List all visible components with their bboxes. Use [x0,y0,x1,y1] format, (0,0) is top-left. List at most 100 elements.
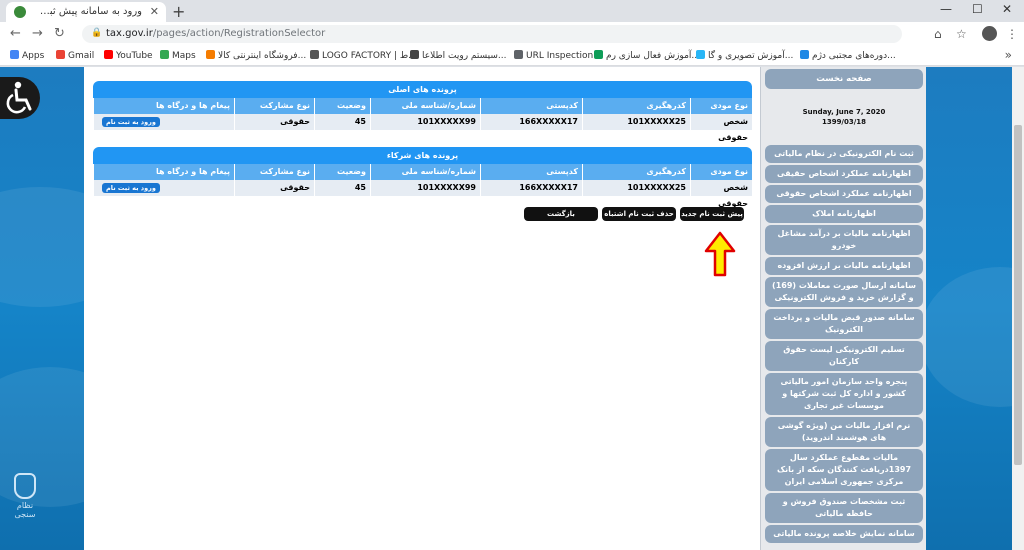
column-header: نوع مشارکت [234,164,314,180]
column-header: کدرهگیری [582,98,690,114]
column-header: شماره/شناسه ملی [370,98,480,114]
globe-icon [410,50,419,59]
bookmark-ram[interactable]: آموزش فعال سازی رم... [594,50,700,61]
logo: نظام سنجی [8,473,42,521]
sidebar-item[interactable]: اظهارنامه املاک [765,205,923,223]
column-header: کدپستی [480,164,582,180]
more-bookmarks-icon[interactable]: » [1005,48,1012,62]
courses-icon [800,50,809,59]
table-cell: 166XXXXX17 [480,180,582,196]
arrow-up-icon [704,231,736,277]
table-header-row: نوع مودی کدرهگیری کدپستی شماره/شناسه ملی… [93,98,752,114]
column-header: پیغام ها و درگاه ها [93,98,234,114]
bookmark-maps[interactable]: Maps [160,50,196,61]
table-cell: شخص حقوقی [690,114,752,142]
sidebar-item[interactable]: اظهارنامه مالیات بر ارزش افزوده [765,257,923,275]
bookmark-shop[interactable]: فروشگاه اینترنتی کالا... [206,50,306,61]
sidebar-item[interactable]: سامانه ارسال صورت معاملات (169) و گزارش … [765,277,923,307]
background-wave [920,267,1024,407]
new-registration-button[interactable]: پیش ثبت نام جدید [680,207,744,221]
table-cell: حقوقی [234,114,314,130]
sidebar-item[interactable]: تسلیم الکترونیکی لیست حقوق کارکنان [765,341,923,371]
ram-icon [594,50,603,59]
table-cell: 101XXXXX25 [582,114,690,130]
column-header: وضعیت [314,164,370,180]
scrollbar-thumb[interactable] [1014,125,1022,465]
back-button[interactable]: بازگشت [524,207,598,221]
tab-title: ورود به سامانه پیش ثبت نام و ثبت... [32,6,142,17]
address-bar[interactable]: 🔒 tax.gov.ir/pages/action/RegistrationSe… [82,25,902,43]
tutorial-icon [696,50,705,59]
menu-dots-icon[interactable]: ⋮ [1006,27,1018,41]
shop-icon [206,50,215,59]
maximize-icon[interactable]: ☐ [972,2,983,16]
bookmark-gmail[interactable]: Gmail [56,50,94,61]
translate-icon[interactable]: ⌂ [934,27,942,41]
sidebar: صفحه نخست Sunday, June 7, 2020 1399/03/1… [760,67,926,550]
sidebar-menu: ثبت نام الکترونیکی در نظام مالیاتی اظهار… [765,145,923,545]
column-header: شماره/شناسه ملی [370,164,480,180]
main-records-title: پرونده های اصلی [93,81,752,98]
sidebar-item[interactable]: پنجره واحد سازمان امور مالیاتی کشور و اد… [765,373,923,415]
table-cell: 101XXXXX25 [582,180,690,196]
table-cell: حقوقی [234,180,314,196]
login-registration-button[interactable]: ورود به ثبت نام [102,183,160,193]
column-header: وضعیت [314,98,370,114]
bookmark-courses[interactable]: دوره‌های مجتبی دژم... [800,50,896,61]
bookmark-logo-factory[interactable]: LOGO FACTORY | ط... [310,50,417,61]
table-cell: شخص حقوقی [690,180,752,208]
column-header: کدرهگیری [582,164,690,180]
close-tab-icon[interactable]: ✕ [150,5,159,18]
action-buttons: پیش ثبت نام جدید حذف ثبت نام اشتباه بازگ… [524,207,744,221]
bookmark-url-inspection[interactable]: URL Inspection [514,50,593,61]
close-window-icon[interactable]: ✕ [1002,2,1012,16]
sidebar-item[interactable]: اظهارنامه عملکرد اشخاص حقوقی [765,185,923,203]
new-tab-icon[interactable]: + [172,2,185,21]
sidebar-item[interactable]: سامانه نمایش خلاصه پرونده مالیاتی [765,525,923,543]
column-header: نوع مشارکت [234,98,314,114]
bookmark-apps[interactable]: Apps [10,50,44,61]
maps-icon [160,50,169,59]
sidebar-item[interactable]: مالیات مقطوع عملکرد سال 1397دریافت کنندگ… [765,449,923,491]
date-persian: 1399/03/18 [821,118,867,126]
column-header: نوع مودی [690,98,752,114]
sidebar-item[interactable]: ثبت مشخصات صندوق فروش و حافظه مالیاتی [765,493,923,523]
sidebar-item[interactable]: ثبت نام الکترونیکی در نظام مالیاتی [765,145,923,163]
browser-tab[interactable]: ورود به سامانه پیش ثبت نام و ثبت... ✕ [6,2,166,22]
wheelchair-icon [6,81,32,114]
scrollbar[interactable] [1012,67,1024,550]
back-icon[interactable]: ← [10,26,21,41]
sidebar-item[interactable]: اظهارنامه عملکرد اشخاص حقیقی [765,165,923,183]
bookmark-tutorial[interactable]: آموزش تصویری و گا... [696,50,793,61]
sidebar-item[interactable]: اظهارنامه مالیات بر درآمد مشاغل خودرو [765,225,923,255]
forward-icon[interactable]: → [32,26,43,41]
tab-strip: ورود به سامانه پیش ثبت نام و ثبت... ✕ + … [0,0,1024,22]
bookmark-star-icon[interactable]: ☆ [956,27,967,41]
profile-avatar[interactable] [982,26,997,41]
url-path: /pages/action/RegistrationSelector [152,28,326,39]
bookmark-system[interactable]: سیستم رویت اطلاعا... [410,50,507,61]
bookmark-youtube[interactable]: YouTube [104,50,153,61]
logo-factory-icon [310,50,319,59]
table-cell: 101XXXXX99 [370,180,480,196]
column-header: کدپستی [480,98,582,114]
date-display: Sunday, June 7, 2020 1399/03/18 [761,107,927,127]
accessibility-button[interactable] [0,77,40,119]
sidebar-item[interactable]: سامانه صدور قبض مالیات و پرداخت الکترونی… [765,309,923,339]
main-content: پرونده های اصلی نوع مودی کدرهگیری کدپستی… [84,67,760,550]
home-button[interactable]: صفحه نخست [765,69,923,89]
page-background: نظام سنجی پرونده های اصلی نوع مودی کدرهگ… [0,67,1024,550]
date-gregorian: Sunday, June 7, 2020 [802,108,886,116]
sidebar-item[interactable]: نرم افزار مالیات من (ویژه گوشی های هوشمن… [765,417,923,447]
minimize-icon[interactable]: — [940,2,952,16]
table-header-row: نوع مودی کدرهگیری کدپستی شماره/شناسه ملی… [93,164,752,180]
table-cell: ورود به ثبت نام [93,114,234,130]
delete-registration-button[interactable]: حذف ثبت نام اشتباه [602,207,676,221]
login-registration-button[interactable]: ورود به ثبت نام [102,117,160,127]
site-favicon-icon [14,6,26,18]
column-header: نوع مودی [690,164,752,180]
table-cell: 101XXXXX99 [370,114,480,130]
logo-figure-icon [14,473,36,499]
reload-icon[interactable]: ↻ [54,26,65,41]
partners-records-title: پرونده های شرکاء [93,147,752,164]
